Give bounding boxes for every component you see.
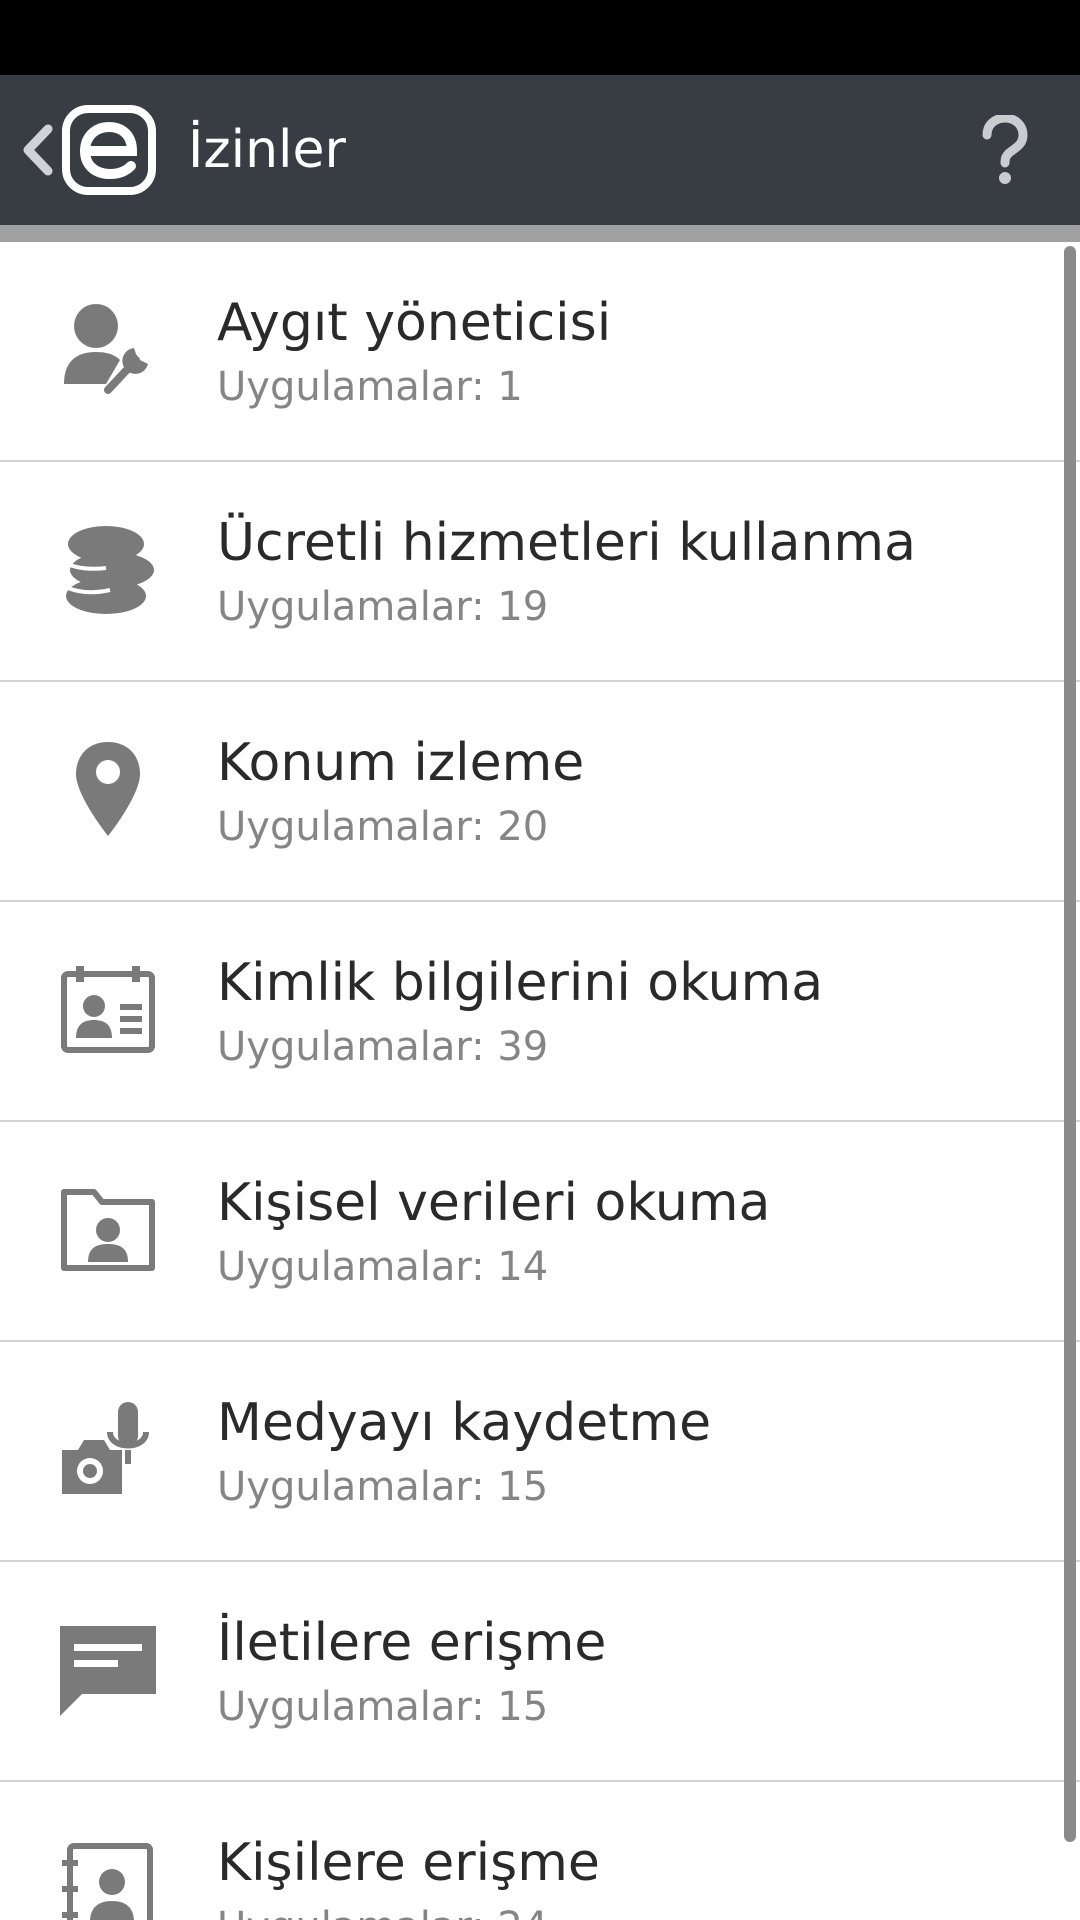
item-title: Konum izleme xyxy=(217,733,585,793)
app-bar-shadow xyxy=(0,225,1080,242)
list-item-messages[interactable]: İletilere erişme Uygulamalar: 15 xyxy=(0,1562,1080,1782)
list-item-media-recording[interactable]: Medyayı kaydetme Uygulamalar: 15 xyxy=(0,1342,1080,1562)
list-item-contacts[interactable]: Kişilere erişme Uygulamalar: 24 xyxy=(0,1782,1080,1920)
location-pin-icon xyxy=(76,742,140,836)
permission-list: Aygıt yöneticisi Uygulamalar: 1 Ücretli … xyxy=(0,242,1080,1920)
item-title: Kimlik bilgilerini okuma xyxy=(217,953,824,1013)
item-count: Uygulamalar: 20 xyxy=(217,804,549,850)
coins-icon xyxy=(66,526,154,614)
item-title: İletilere erişme xyxy=(217,1613,607,1673)
item-count: Uygulamalar: 39 xyxy=(217,1024,549,1070)
id-card-icon xyxy=(61,966,155,1053)
status-bar xyxy=(0,0,1080,75)
list-item-identity[interactable]: Kimlik bilgilerini okuma Uygulamalar: 39 xyxy=(0,902,1080,1122)
list-item-personal-data[interactable]: Kişisel verileri okuma Uygulamalar: 14 xyxy=(0,1122,1080,1342)
item-count: Uygulamalar: 1 xyxy=(217,364,523,410)
item-title: Kişilere erişme xyxy=(217,1833,600,1893)
list-item-location[interactable]: Konum izleme Uygulamalar: 20 xyxy=(0,682,1080,902)
item-title: Medyayı kaydetme xyxy=(217,1393,712,1453)
scrollbar[interactable] xyxy=(1064,246,1076,1842)
page-title: İzinler xyxy=(188,120,346,180)
list-item-paid-services[interactable]: Ücretli hizmetleri kullanma Uygulamalar:… xyxy=(0,462,1080,682)
message-icon xyxy=(60,1626,156,1716)
item-title: Ücretli hizmetleri kullanma xyxy=(217,513,916,573)
item-count: Uygulamalar: 14 xyxy=(217,1244,549,1290)
admin-user-wrench-icon xyxy=(64,304,148,394)
item-count: Uygulamalar: 15 xyxy=(217,1464,549,1510)
item-count: Uygulamalar: 19 xyxy=(217,584,549,630)
item-title: Kişisel verileri okuma xyxy=(217,1173,771,1233)
item-count: Uygulamalar: 15 xyxy=(217,1684,549,1730)
item-count: Uygulamalar: 24 xyxy=(217,1903,548,1920)
personal-folder-icon xyxy=(61,1189,155,1271)
app-bar: İzinler xyxy=(0,75,1080,225)
eset-logo-icon[interactable] xyxy=(62,105,156,195)
item-title: Aygıt yöneticisi xyxy=(217,293,612,353)
help-icon[interactable] xyxy=(975,115,1035,187)
back-chevron-icon[interactable] xyxy=(18,121,56,179)
camera-microphone-icon xyxy=(62,1402,149,1494)
contacts-book-icon xyxy=(62,1843,153,1920)
list-item-device-admin[interactable]: Aygıt yöneticisi Uygulamalar: 1 xyxy=(0,242,1080,462)
